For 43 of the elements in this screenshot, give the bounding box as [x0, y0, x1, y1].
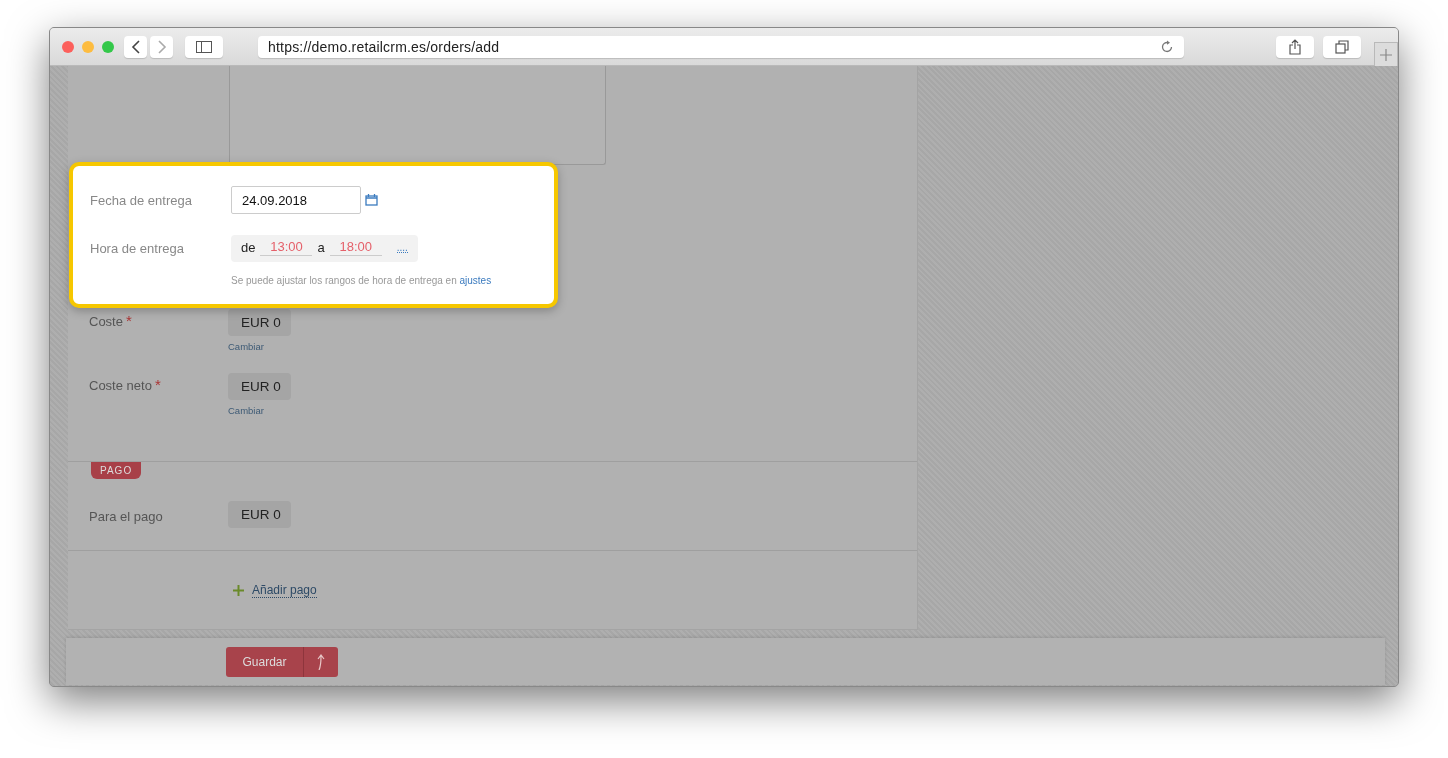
- plus-icon: [1380, 48, 1392, 61]
- to-label: a: [317, 240, 325, 255]
- required-mark: *: [154, 376, 161, 393]
- section-tag: PAGO: [91, 462, 142, 479]
- tabs-button[interactable]: [1323, 35, 1361, 58]
- save-button[interactable]: Guardar: [226, 646, 303, 677]
- sidebar-icon: [196, 40, 212, 53]
- required-mark: *: [125, 312, 132, 329]
- back-button[interactable]: [124, 35, 147, 58]
- amount-field: EUR 0: [228, 309, 291, 336]
- calendar-icon[interactable]: [365, 194, 378, 206]
- arrow-up-icon: [316, 653, 326, 670]
- amount-field: EUR 0: [228, 373, 291, 400]
- from-label: de: [241, 240, 256, 255]
- share-button[interactable]: [1276, 35, 1314, 58]
- sidebar-button[interactable]: [185, 35, 223, 58]
- new-tab-button[interactable]: [1374, 42, 1398, 66]
- amount-field: EUR 0: [228, 501, 291, 528]
- comment-field[interactable]: [229, 66, 606, 165]
- more-link[interactable]: ....: [396, 242, 408, 253]
- share-icon: [1289, 38, 1301, 55]
- change-link[interactable]: Cambiar: [228, 405, 264, 416]
- field-label: Hora de entrega: [90, 241, 185, 256]
- zoom-window-button[interactable]: [102, 40, 114, 53]
- date-field[interactable]: 24.09.2018: [231, 186, 361, 214]
- tabs-icon: [1335, 39, 1349, 54]
- field-label: Fecha de entrega: [90, 192, 193, 208]
- reload-icon[interactable]: [1160, 39, 1174, 54]
- field-label: Para el pago: [89, 509, 163, 524]
- save-and-exit-button[interactable]: [303, 646, 338, 677]
- change-link[interactable]: Cambiar: [228, 341, 264, 352]
- time-field[interactable]: 18:00: [329, 239, 382, 256]
- hint-text: Se puede ajustar los rangos de hora de entrega en ajustes: [231, 275, 493, 286]
- add-payment-link[interactable]: Añadir pago: [252, 583, 317, 598]
- settings-link[interactable]: ajustes: [459, 275, 492, 286]
- chevron-right-icon: [156, 39, 167, 54]
- address-bar[interactable]: https://demo.retailcrm.es/orders/add: [258, 35, 1184, 58]
- chevron-left-icon: [130, 39, 141, 54]
- close-window-button[interactable]: [62, 40, 74, 53]
- time-field[interactable]: 13:00: [260, 239, 313, 256]
- plus-icon: [233, 585, 244, 596]
- field-label: Coste neto: [89, 378, 152, 393]
- field-label: Coste: [89, 314, 123, 329]
